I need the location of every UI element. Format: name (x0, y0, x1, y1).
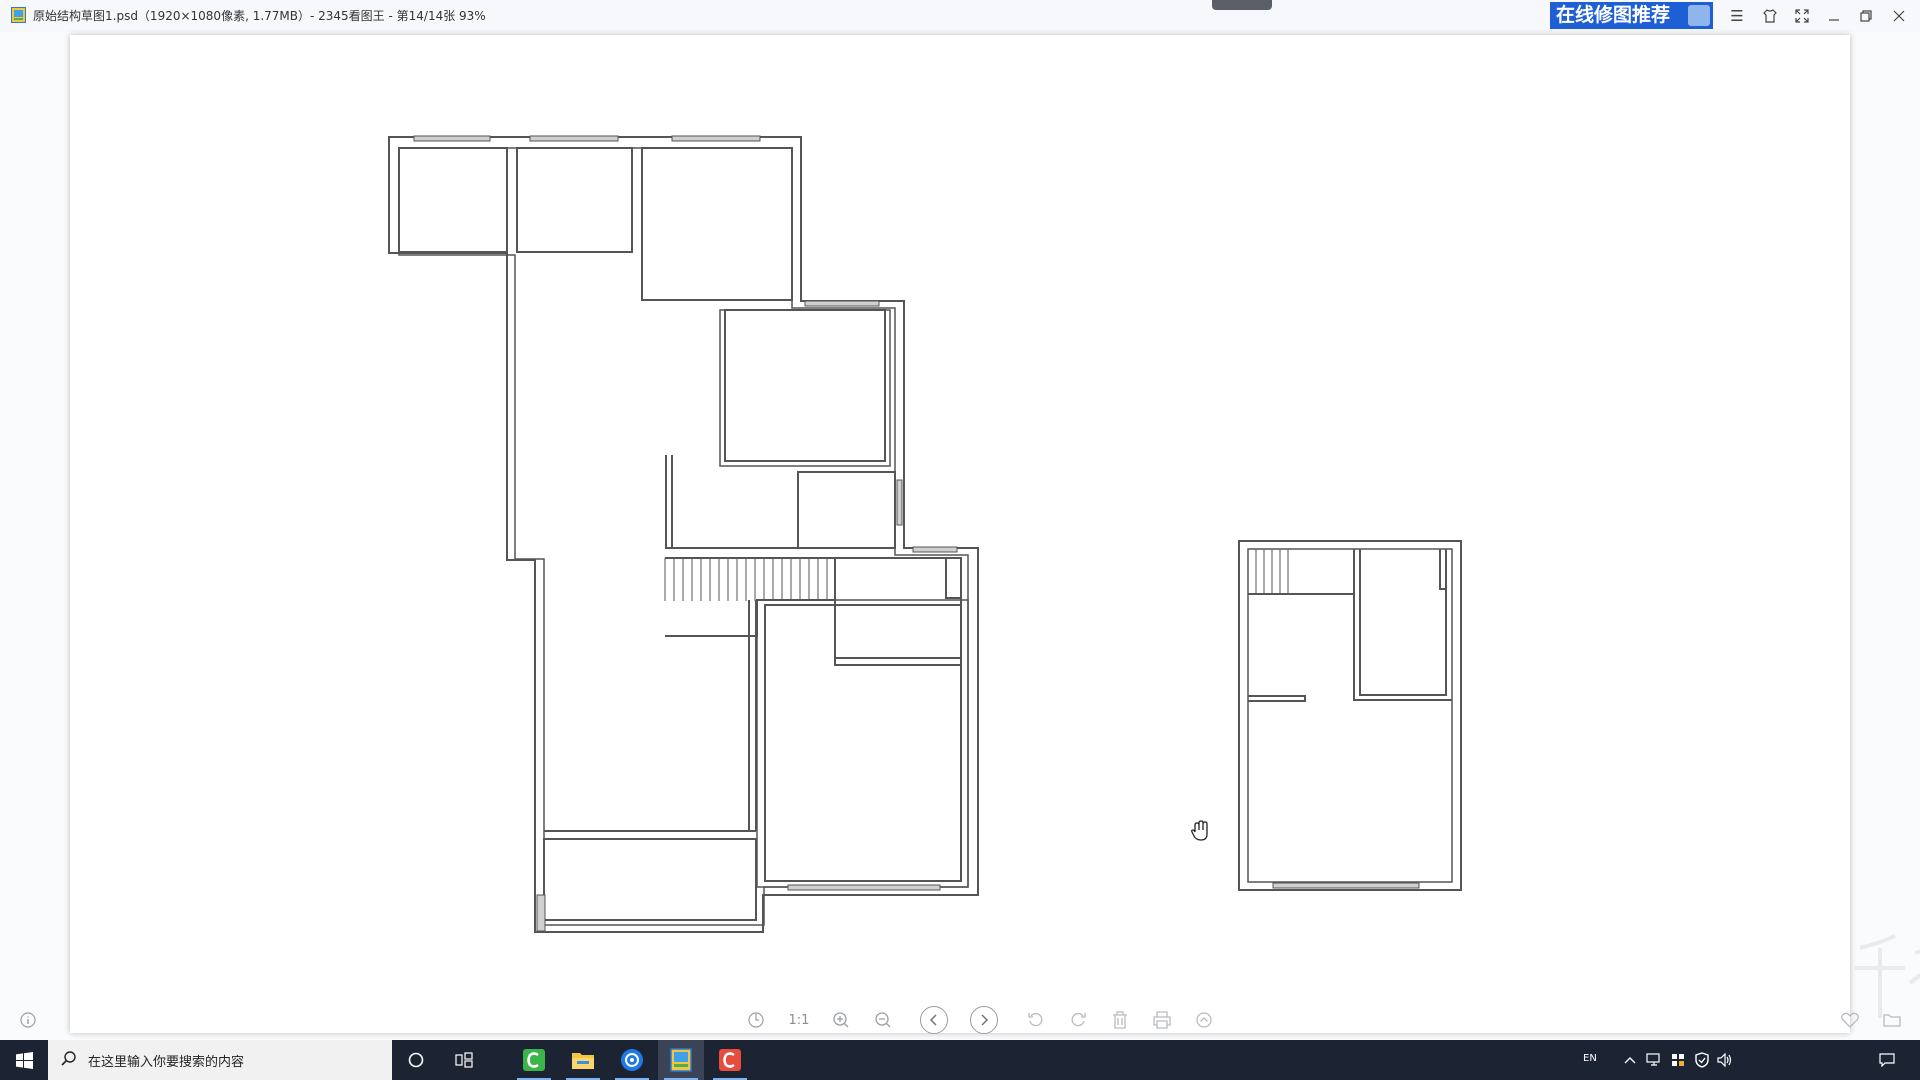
zoom-out-icon[interactable] (869, 1006, 897, 1034)
restore-icon[interactable] (1853, 4, 1879, 28)
more-up-icon[interactable] (1190, 1006, 1218, 1034)
title-bar: 原始结构草图1.psd（1920×1080像素, 1.77MB）- 2345看图… (0, 0, 1920, 32)
hamburger-icon[interactable]: ☰ (1724, 4, 1750, 28)
green-c-app-icon[interactable] (511, 1040, 557, 1080)
ratio-label: 1:1 (788, 1012, 810, 1028)
app-icon (11, 7, 26, 23)
folder-icon[interactable] (1878, 1006, 1906, 1034)
info-icon[interactable] (14, 1006, 42, 1034)
start-button[interactable] (0, 1040, 48, 1080)
red-c-app-icon[interactable] (707, 1040, 753, 1080)
favorite-icon[interactable] (1836, 1006, 1864, 1034)
prev-icon[interactable] (920, 1006, 948, 1034)
taskbar-search-box[interactable]: 在这里输入你要搜索的内容 (48, 1040, 392, 1080)
search-icon (61, 1051, 76, 1066)
close-icon[interactable] (1886, 4, 1912, 28)
blue-app-icon[interactable] (609, 1040, 655, 1080)
windows-logo-icon (15, 1051, 33, 1069)
search-placeholder: 在这里输入你要搜索的内容 (88, 1055, 245, 1070)
drag-handle[interactable] (1212, 0, 1272, 10)
taskbar: 在这里输入你要搜索的内容 EN (0, 1040, 1920, 1080)
task-view-icon[interactable] (441, 1040, 487, 1080)
notification-icon[interactable] (1879, 1052, 1895, 1068)
rotate-left-icon[interactable] (1022, 1006, 1050, 1034)
rotate-pin-icon[interactable] (742, 1006, 770, 1034)
network-icon[interactable] (1646, 1052, 1662, 1068)
rotate-right-icon[interactable] (1064, 1006, 1092, 1034)
shirt-icon[interactable] (1757, 4, 1783, 28)
actual-size-button[interactable]: 1:1 (785, 1006, 813, 1034)
bottom-toolbar: 1:1 (0, 1000, 1920, 1040)
image-viewer-icon[interactable] (658, 1040, 704, 1080)
chevron-up-icon[interactable] (1622, 1052, 1638, 1068)
language-indicator[interactable]: EN (1583, 1053, 1597, 1064)
thumbs-up-icon (1688, 5, 1710, 26)
shield-icon[interactable] (1694, 1052, 1710, 1068)
cortana-icon[interactable] (393, 1040, 439, 1080)
file-explorer-icon[interactable] (560, 1040, 606, 1080)
security-center-icon[interactable] (1670, 1052, 1686, 1068)
print-icon[interactable] (1148, 1006, 1176, 1034)
minimize-icon[interactable] (1821, 4, 1847, 28)
next-icon[interactable] (970, 1006, 998, 1034)
zoom-in-icon[interactable] (827, 1006, 855, 1034)
promo-label: 在线修图推荐 (1556, 4, 1671, 26)
floor-plan-image (388, 135, 1462, 933)
image-canvas[interactable] (70, 35, 1920, 1033)
online-edit-promo-button[interactable]: 在线修图推荐 (1550, 2, 1713, 29)
expand-icon[interactable] (1789, 4, 1815, 28)
volume-icon[interactable] (1717, 1052, 1733, 1068)
window-title: 原始结构草图1.psd（1920×1080像素, 1.77MB）- 2345看图… (33, 9, 486, 23)
delete-icon[interactable] (1106, 1006, 1134, 1034)
hand-cursor-icon (1191, 820, 1208, 841)
